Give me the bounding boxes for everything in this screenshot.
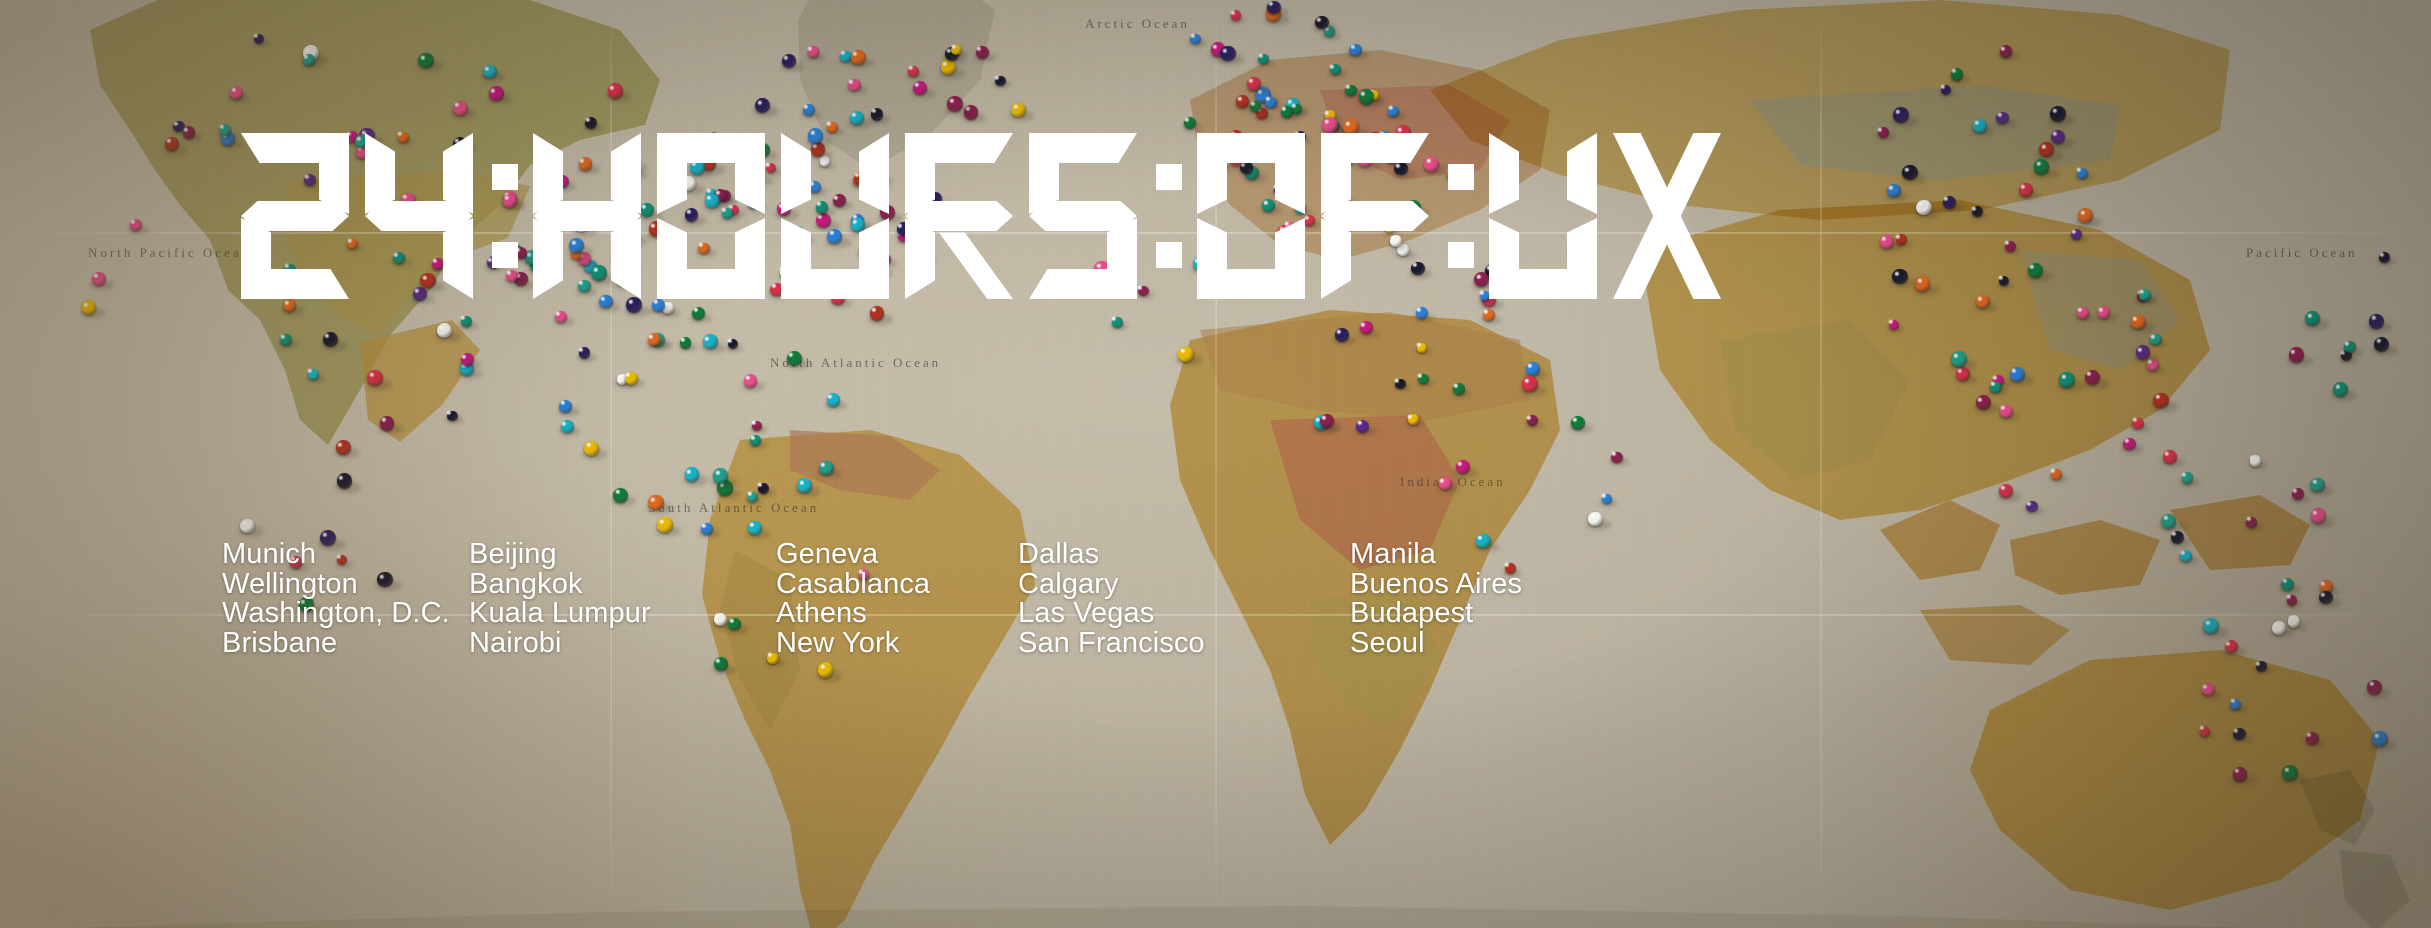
city-name: Dallas: [1018, 538, 1100, 570]
city-list: Munich Wellington Washington, D.C. Brisb…: [222, 538, 2222, 659]
title-glyph-u: [776, 128, 894, 304]
seven-segment-title: [236, 128, 2196, 304]
city-name: San Francisco: [1018, 626, 1205, 659]
city-name: Bangkok: [469, 567, 583, 600]
city-name: Wellington: [222, 567, 358, 600]
page-title: [236, 128, 2196, 304]
title-glyph-2: [236, 128, 354, 304]
city-name: Calgary: [1018, 567, 1119, 600]
title-glyph-colon: [484, 128, 526, 304]
title-glyph-f: [1316, 128, 1434, 304]
city-name: Nairobi: [469, 626, 562, 659]
city-name: Washington, D.C.: [222, 597, 450, 629]
city-name: Geneva: [776, 538, 879, 570]
city-column-1: Munich Wellington Washington, D.C. Brisb…: [222, 538, 469, 659]
title-glyph-r: [900, 128, 1018, 304]
city-name: Casablanca: [776, 567, 931, 600]
city-column-4: Dallas Calgary Las Vegas San Francisco: [1018, 538, 1258, 659]
title-glyph-h: [528, 128, 646, 304]
city-name: Seoul: [1350, 626, 1425, 659]
city-column-5: Manila Buenos Aires Budapest Seoul: [1350, 538, 1600, 659]
city-column-3: Geneva Casablanca Athens New York: [776, 538, 1018, 659]
city-name: Manila: [1350, 538, 1437, 570]
city-name: Brisbane: [222, 626, 338, 659]
city-name: Athens: [776, 597, 867, 629]
city-name: Las Vegas: [1018, 597, 1155, 629]
title-glyph-o: [652, 128, 770, 304]
city-name: New York: [776, 626, 900, 659]
city-name: Buenos Aires: [1350, 567, 1523, 600]
title-glyph-4: [360, 128, 478, 304]
title-glyph-colon: [1440, 128, 1482, 304]
city-name: Beijing: [469, 538, 557, 570]
hero-banner: North Pacific Ocean North Atlantic Ocean…: [0, 0, 2431, 928]
title-glyph-colon: [1148, 128, 1190, 304]
city-name: Munich: [222, 538, 317, 570]
title-glyph-u: [1484, 128, 1602, 304]
city-column-2: Beijing Bangkok Kuala Lumpur Nairobi: [469, 538, 708, 659]
city-name: Budapest: [1350, 597, 1474, 629]
city-name: Kuala Lumpur: [469, 597, 651, 629]
title-glyph-s: [1024, 128, 1142, 304]
title-glyph-o: [1192, 128, 1310, 304]
title-glyph-x: [1608, 128, 1726, 304]
